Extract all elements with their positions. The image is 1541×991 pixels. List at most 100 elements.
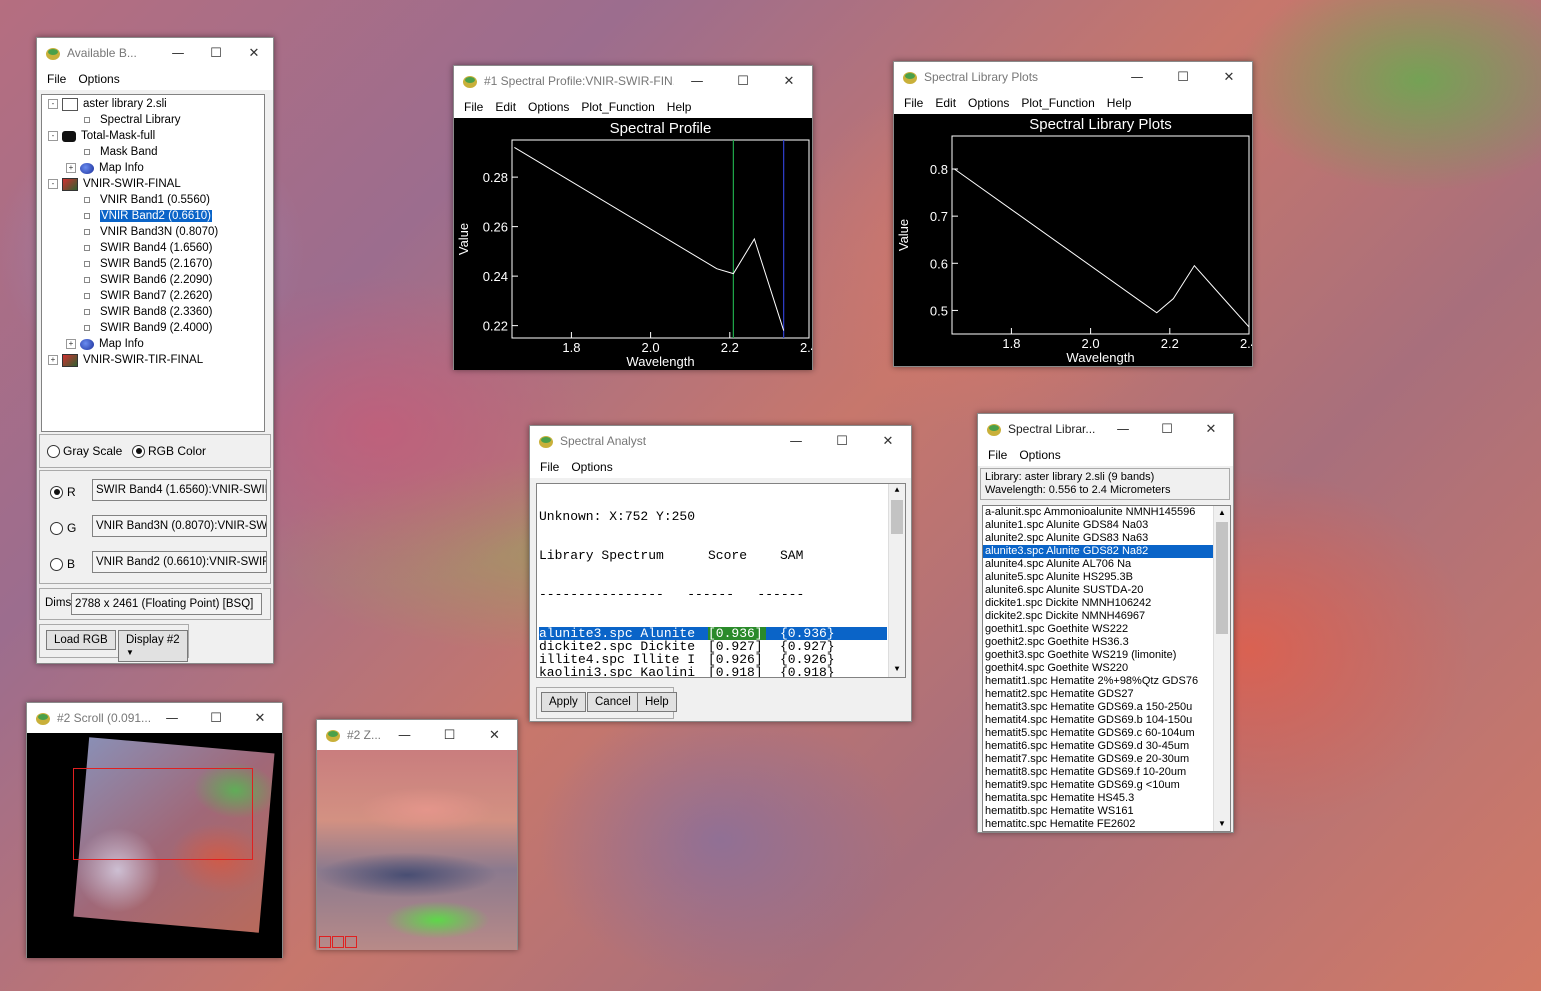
menu-options[interactable]: Options xyxy=(565,460,618,474)
library-spectrum-item[interactable]: a-alunit.spc Ammonioalunite NMNH145596 xyxy=(983,506,1213,519)
library-spectrum-item[interactable]: dickite2.spc Dickite NMNH46967 xyxy=(983,610,1213,623)
menu-edit[interactable]: Edit xyxy=(489,100,522,114)
apply-button[interactable]: Apply xyxy=(541,692,586,712)
library-spectrum-item[interactable]: alunite5.spc Alunite HS295.3B xyxy=(983,571,1213,584)
expand-icon[interactable]: + xyxy=(66,163,76,173)
scroll-down-icon[interactable]: ▼ xyxy=(1214,817,1230,831)
minimize-button[interactable]: — xyxy=(674,66,720,96)
tree-item[interactable]: SWIR Band8 (2.3360) xyxy=(66,304,213,320)
menu-file[interactable]: File xyxy=(534,460,565,474)
library-spectrum-item[interactable]: goethit1.spc Goethite WS222 xyxy=(983,623,1213,636)
library-scrollbar[interactable]: ▲ ▼ xyxy=(1213,506,1230,831)
menu-help[interactable]: Help xyxy=(1101,96,1138,110)
title-bar[interactable]: Spectral Library Plots — ☐ ✕ xyxy=(894,62,1252,92)
collapse-icon[interactable]: - xyxy=(48,179,58,189)
tree-item[interactable]: VNIR Band1 (0.5560) xyxy=(66,192,210,208)
collapse-icon[interactable]: - xyxy=(48,131,58,141)
title-bar[interactable]: Spectral Librar... — ☐ ✕ xyxy=(978,414,1233,444)
maximize-button[interactable]: ☐ xyxy=(1160,62,1206,92)
tree-item[interactable]: SWIR Band4 (1.6560) xyxy=(66,240,213,256)
tree-item[interactable]: - aster library 2.sli xyxy=(48,96,167,112)
library-spectrum-item[interactable]: hematit8.spc Hematite GDS69.f 10-20um xyxy=(983,766,1213,779)
library-spectrum-item[interactable]: hematit1.spc Hematite 2%+98%Qtz GDS76 xyxy=(983,675,1213,688)
tree-item[interactable]: SWIR Band7 (2.2620) xyxy=(66,288,213,304)
scroll-thumb[interactable] xyxy=(891,500,903,534)
menu-file[interactable]: File xyxy=(982,448,1013,462)
maximize-button[interactable]: ☐ xyxy=(819,426,865,456)
library-spectrum-item[interactable]: hematitc.spc Hematite FE2602 xyxy=(983,818,1213,831)
library-spectrum-item[interactable]: alunite4.spc Alunite AL706 Na xyxy=(983,558,1213,571)
tree-item[interactable]: SWIR Band5 (2.1670) xyxy=(66,256,213,272)
menu-options[interactable]: Options xyxy=(72,72,125,86)
result-row[interactable]: kaolini3.spc Kaolini [0.918] {0.918} xyxy=(539,666,887,677)
library-spectrum-item[interactable]: alunite6.spc Alunite SUSTDA-20 xyxy=(983,584,1213,597)
menu-options[interactable]: Options xyxy=(522,100,575,114)
maximize-button[interactable]: ☐ xyxy=(1145,414,1189,444)
menu-file[interactable]: File xyxy=(898,96,929,110)
library-spectrum-item[interactable]: hematit7.spc Hematite GDS69.e 20-30um xyxy=(983,753,1213,766)
menu-help[interactable]: Help xyxy=(661,100,698,114)
spectral-profile-plot[interactable]: Spectral Profile 1.8 2.0 2.2 2.4 0.22 0.24 0.26… xyxy=(454,118,812,370)
minimize-button[interactable]: — xyxy=(150,703,194,733)
library-spectrum-item[interactable]: hematit3.spc Hematite GDS69.a 150-250u xyxy=(983,701,1213,714)
minimize-button[interactable]: — xyxy=(773,426,819,456)
menu-edit[interactable]: Edit xyxy=(929,96,962,110)
expand-icon[interactable]: + xyxy=(66,339,76,349)
zoom-image-view[interactable] xyxy=(317,750,517,950)
menu-file[interactable]: File xyxy=(41,72,72,86)
b-radio[interactable]: B xyxy=(50,557,75,571)
minimize-button[interactable]: — xyxy=(159,38,197,68)
r-radio[interactable]: R xyxy=(50,485,76,499)
tree-item[interactable]: + Map Info xyxy=(66,336,144,352)
library-spectrum-item[interactable]: goethit2.spc Goethite HS36.3 xyxy=(983,636,1213,649)
minimize-button[interactable]: — xyxy=(1101,414,1145,444)
library-spectrum-item[interactable]: goethit4.spc Goethite WS220 xyxy=(983,662,1213,675)
library-spectrum-item[interactable]: hematit9.spc Hematite GDS69.g <10um xyxy=(983,779,1213,792)
library-spectrum-item[interactable]: alunite2.spc Alunite GDS83 Na63 xyxy=(983,532,1213,545)
maximize-button[interactable]: ☐ xyxy=(197,38,235,68)
display-dropdown[interactable]: Display #2 ▼ xyxy=(118,630,188,662)
minimize-button[interactable]: — xyxy=(1114,62,1160,92)
close-button[interactable]: ✕ xyxy=(472,720,517,750)
tree-item[interactable]: Spectral Library xyxy=(66,112,181,128)
title-bar[interactable]: #2 Scroll (0.091... — ☐ ✕ xyxy=(27,703,282,733)
tree-item[interactable]: VNIR Band3N (0.8070) xyxy=(66,224,218,240)
collapse-icon[interactable]: - xyxy=(48,99,58,109)
scroll-down-icon[interactable]: ▼ xyxy=(889,663,905,677)
library-spectrum-item[interactable]: goethit3.spc Goethite WS219 (limonite) xyxy=(983,649,1213,662)
title-bar[interactable]: Available B... — ☐ ✕ xyxy=(37,38,273,68)
close-button[interactable]: ✕ xyxy=(1189,414,1233,444)
menu-file[interactable]: File xyxy=(458,100,489,114)
menu-plot-function[interactable]: Plot_Function xyxy=(1015,96,1100,110)
zoom-in-icon[interactable] xyxy=(332,936,344,948)
scroll-up-icon[interactable]: ▲ xyxy=(889,484,905,498)
results-list[interactable]: Unknown: X:752 Y:250 Library Spectrum Sc… xyxy=(536,483,906,678)
library-plot[interactable]: Spectral Library Plots 1.8 2.0 2.2 2.4 0.5 0.6… xyxy=(894,114,1252,366)
expand-icon[interactable]: + xyxy=(48,355,58,365)
maximize-button[interactable]: ☐ xyxy=(720,66,766,96)
title-bar[interactable]: #1 Spectral Profile:VNIR-SWIR-FIN... — ☐… xyxy=(454,66,812,96)
tree-item[interactable]: Mask Band xyxy=(66,144,158,160)
library-spectrum-item[interactable]: hematit5.spc Hematite GDS69.c 60-104um xyxy=(983,727,1213,740)
tree-item[interactable]: SWIR Band6 (2.2090) xyxy=(66,272,213,288)
maximize-button[interactable]: ☐ xyxy=(427,720,472,750)
r-band-field[interactable]: SWIR Band4 (1.6560):VNIR-SWIR xyxy=(92,479,267,501)
g-band-field[interactable]: VNIR Band3N (0.8070):VNIR-SWIF xyxy=(92,515,267,537)
tree-item[interactable]: VNIR Band2 (0.6610) xyxy=(66,208,212,224)
library-spectrum-item[interactable]: alunite1.spc Alunite GDS84 Na03 xyxy=(983,519,1213,532)
library-spectrum-item[interactable]: hematit2.spc Hematite GDS27 xyxy=(983,688,1213,701)
minimize-button[interactable]: — xyxy=(382,720,427,750)
rgb-color-radio[interactable]: RGB Color xyxy=(132,444,206,458)
library-spectrum-item[interactable]: alunite3.spc Alunite GDS82 Na82 xyxy=(983,545,1213,558)
menu-options[interactable]: Options xyxy=(962,96,1015,110)
library-spectrum-item[interactable]: hematit4.spc Hematite GDS69.b 104-150u xyxy=(983,714,1213,727)
title-bar[interactable]: Spectral Analyst — ☐ ✕ xyxy=(530,426,911,456)
zoom-out-icon[interactable] xyxy=(319,936,331,948)
scroll-thumb[interactable] xyxy=(1216,522,1228,634)
zoom-controls[interactable] xyxy=(319,936,357,948)
scroll-viewport-box[interactable] xyxy=(73,768,253,860)
library-spectrum-item[interactable]: dickite1.spc Dickite NMNH106242 xyxy=(983,597,1213,610)
b-band-field[interactable]: VNIR Band2 (0.6610):VNIR-SWIR- xyxy=(92,551,267,573)
menu-plot-function[interactable]: Plot_Function xyxy=(575,100,660,114)
scroll-image-view[interactable] xyxy=(27,733,282,958)
